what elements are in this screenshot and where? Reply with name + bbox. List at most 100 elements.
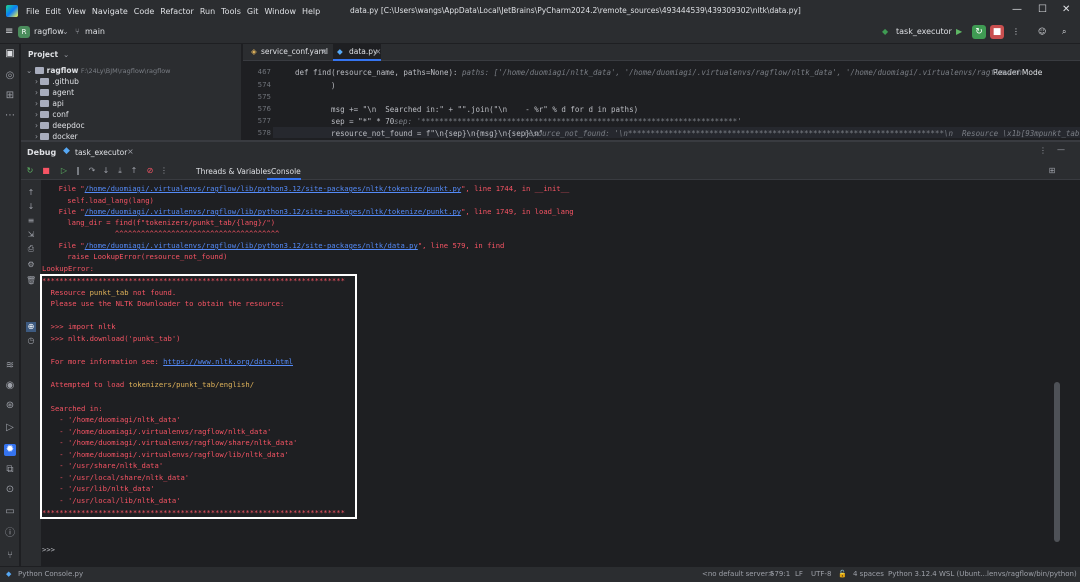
close-tab-icon[interactable]: ×: [321, 47, 327, 56]
menu-run[interactable]: Run: [200, 7, 215, 16]
project-pane-title[interactable]: Project: [28, 50, 58, 59]
branch-selector[interactable]: main: [85, 27, 105, 36]
debug-session-tab[interactable]: task_executor: [75, 148, 127, 157]
tree-item[interactable]: › agent: [35, 88, 74, 97]
maximize-icon[interactable]: ☐: [1038, 4, 1047, 15]
scroll-end-icon[interactable]: ⇲: [26, 230, 36, 240]
console-scrollbar[interactable]: [1054, 382, 1060, 542]
menu-edit[interactable]: Edit: [45, 7, 61, 16]
file-link[interactable]: /home/duomiagi/.virtualenvs/ragflow/lib/…: [85, 241, 418, 250]
history-icon[interactable]: ◷: [26, 336, 36, 346]
layers-icon[interactable]: ⧉: [4, 464, 16, 476]
terminal-icon[interactable]: ▭: [4, 506, 16, 518]
chevron-down-icon: ⌄: [26, 66, 35, 75]
tree-item[interactable]: › api: [35, 99, 64, 108]
more-icon[interactable]: ⋮: [1039, 146, 1047, 155]
problems-icon[interactable]: ⓘ: [4, 528, 16, 540]
print-icon[interactable]: ⎙: [26, 244, 36, 254]
python-packages-icon[interactable]: ◉: [4, 380, 16, 392]
menu-git[interactable]: Git: [247, 7, 259, 16]
error-type: LookupError:: [42, 264, 94, 273]
close-icon[interactable]: ✕: [1062, 4, 1070, 15]
commit-icon[interactable]: ◎: [4, 70, 16, 82]
database-icon[interactable]: ≋: [4, 360, 16, 372]
tab-data-py[interactable]: data.py: [349, 47, 377, 56]
hide-panel-icon[interactable]: —: [1057, 145, 1065, 154]
more-icon[interactable]: ⋮: [1012, 27, 1020, 36]
tree-item[interactable]: › .github: [35, 77, 79, 86]
chevron-down-icon: ⌄: [63, 50, 70, 59]
run-config-selector[interactable]: task_executor: [896, 27, 952, 36]
debug-title: Debug: [27, 148, 57, 157]
python-console-icon[interactable]: ⊙: [4, 484, 16, 496]
step-into-icon[interactable]: ↓: [101, 166, 111, 176]
tab-service-conf[interactable]: service_conf.yaml: [261, 47, 328, 56]
scroll-down-icon[interactable]: ↓: [26, 202, 36, 212]
menu-view[interactable]: View: [67, 7, 86, 16]
mute-breakpoints-icon[interactable]: ⊘: [145, 166, 155, 176]
close-session-icon[interactable]: ×: [127, 147, 134, 156]
menu-file[interactable]: File: [26, 7, 39, 16]
services-icon[interactable]: ⊛: [4, 400, 16, 412]
status-indent[interactable]: 4 spaces: [853, 570, 884, 578]
branch-icon: ⑂: [75, 27, 80, 36]
stop-icon[interactable]: ■: [41, 166, 51, 176]
status-server[interactable]: <no default server>: [702, 570, 774, 578]
status-encoding[interactable]: UTF-8: [811, 570, 831, 578]
run-tool-icon[interactable]: ▷: [4, 422, 16, 434]
debug-panel: Debug ◆ task_executor × ⋮ — ↻ ■ ▷ ‖ ↷ ↓ …: [21, 140, 1080, 568]
menu-window[interactable]: Window: [264, 7, 296, 16]
soft-wrap-icon[interactable]: ≡: [26, 216, 36, 226]
project-selector[interactable]: ragflow: [34, 27, 64, 36]
status-line-separator[interactable]: LF: [795, 570, 803, 578]
step-out-icon[interactable]: ↑: [129, 166, 139, 176]
settings-icon[interactable]: ⚙: [26, 260, 36, 270]
tree-root[interactable]: ⌄ ragflow F:\24Ly\BJM\ragflow\ragflow: [26, 66, 171, 75]
tree-item[interactable]: › conf: [35, 110, 69, 119]
menu-code[interactable]: Code: [134, 7, 154, 16]
stop-button[interactable]: ■: [990, 25, 1004, 39]
tab-threads-variables[interactable]: Threads & Variables: [196, 167, 271, 176]
debug-tool-icon[interactable]: ✹: [4, 444, 16, 456]
status-interpreter[interactable]: Python 3.12.4 WSL (Ubunt...lenvs/ragflow…: [888, 570, 1077, 578]
menu-navigate[interactable]: Navigate: [92, 7, 128, 16]
rerun-debug-button[interactable]: ↻: [972, 25, 986, 39]
resume-icon[interactable]: ▷: [59, 166, 69, 176]
hamburger-icon[interactable]: ≡: [5, 26, 13, 37]
lock-icon[interactable]: 🔓: [838, 570, 847, 578]
project-badge-icon: R: [18, 26, 30, 38]
tree-item-label: .github: [52, 77, 79, 86]
status-file[interactable]: Python Console.py: [18, 570, 83, 578]
run-icon[interactable]: ▶: [956, 27, 962, 36]
line-number: 574: [257, 81, 271, 89]
git-tool-icon[interactable]: ⑂: [4, 550, 16, 562]
status-position[interactable]: 579:1: [770, 570, 790, 578]
more-icon[interactable]: ⋮: [159, 166, 169, 176]
trace-line: self.load_lang(lang): [50, 196, 154, 205]
scroll-up-icon[interactable]: ↑: [26, 188, 36, 198]
menu-help[interactable]: Help: [302, 7, 320, 16]
file-link[interactable]: /home/duomiagi/.virtualenvs/ragflow/lib/…: [85, 184, 461, 193]
search-icon[interactable]: ⌕: [1062, 27, 1066, 37]
rerun-icon[interactable]: ↻: [25, 166, 35, 176]
structure-icon[interactable]: ⊞: [4, 90, 16, 102]
step-over-icon[interactable]: ↷: [87, 166, 97, 176]
close-tab-icon[interactable]: ×: [375, 47, 381, 56]
variables-icon[interactable]: ⊕: [26, 322, 36, 332]
step-into-my-code-icon[interactable]: ⤓: [115, 166, 125, 176]
clear-icon[interactable]: 🗑: [26, 276, 36, 286]
file-link[interactable]: /home/duomiagi/.virtualenvs/ragflow/lib/…: [85, 207, 461, 216]
user-icon[interactable]: ☺: [1038, 27, 1046, 36]
pause-icon[interactable]: ‖: [73, 166, 83, 176]
console-side-toolbar: ↑ ↓ ≡ ⇲ ⎙ ⚙ 🗑 ⊕ ◷: [21, 180, 41, 568]
tree-item[interactable]: › deepdoc: [35, 121, 85, 130]
console-prompt[interactable]: >>>: [42, 545, 55, 554]
tree-item-label: conf: [52, 110, 69, 119]
minimize-icon[interactable]: —: [1012, 4, 1022, 15]
project-tool-icon[interactable]: ▣: [4, 48, 16, 60]
more-tools-icon[interactable]: ⋯: [4, 110, 16, 122]
menu-refactor[interactable]: Refactor: [160, 7, 194, 16]
tab-console[interactable]: Console: [271, 167, 301, 176]
menu-tools[interactable]: Tools: [221, 7, 241, 16]
layout-icon[interactable]: ⊞: [1047, 166, 1057, 176]
